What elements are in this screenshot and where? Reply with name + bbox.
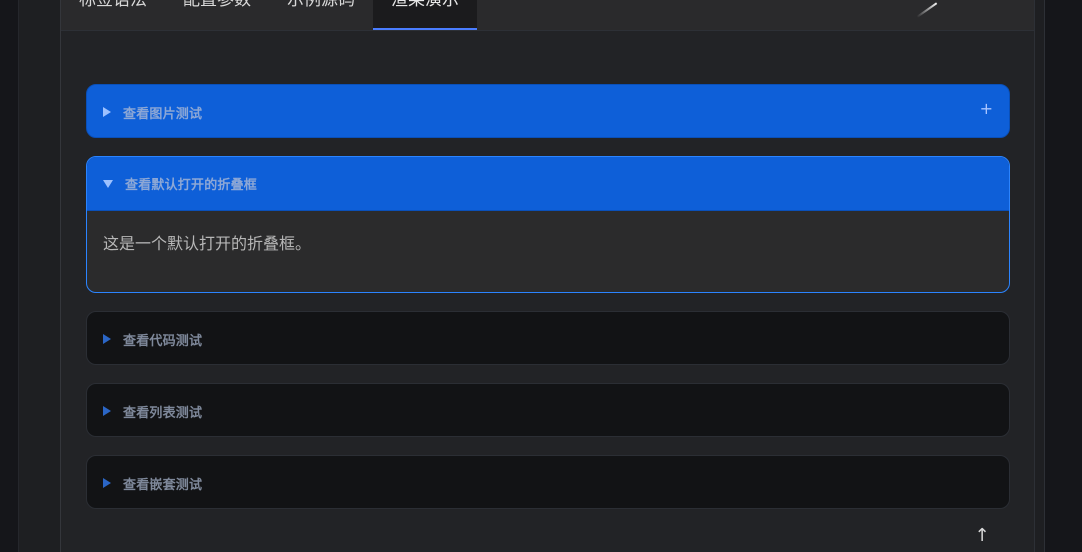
collapse-title: 查看代码测试 bbox=[123, 333, 203, 349]
collapse-content: 这是一个默认打开的折叠框。 bbox=[103, 234, 312, 253]
chevron-right-icon bbox=[103, 107, 111, 117]
collapse-title: 查看嵌套测试 bbox=[123, 477, 203, 493]
collapse-header[interactable]: 查看嵌套测试 bbox=[87, 456, 1009, 508]
chevron-right-icon bbox=[103, 334, 111, 344]
tab-config[interactable]: 配置参数 bbox=[165, 0, 269, 16]
chevron-right-icon bbox=[103, 406, 111, 416]
scroll-to-top-button[interactable]: ↑ bbox=[972, 526, 992, 546]
collapse-title: 查看列表测试 bbox=[123, 405, 203, 421]
collapse-header[interactable]: 查看默认打开的折叠框 bbox=[87, 157, 1009, 211]
tab-render-demo[interactable]: 渲染演示 bbox=[373, 0, 477, 30]
chevron-down-icon bbox=[103, 179, 113, 188]
collapse-header[interactable]: 查看图片测试 + bbox=[87, 85, 1009, 137]
chevron-right-icon bbox=[103, 478, 111, 488]
arrow-up-icon: ↑ bbox=[974, 525, 990, 546]
tab-bar: 标签语法 配置参数 示例源码 渲染演示 bbox=[61, 0, 1034, 31]
plus-icon: + bbox=[979, 99, 993, 118]
collapse-header[interactable]: 查看代码测试 bbox=[87, 312, 1009, 364]
collapse-panel-image-test[interactable]: 查看图片测试 + bbox=[86, 84, 1010, 138]
collapse-panel-default-open[interactable]: 查看默认打开的折叠框 这是一个默认打开的折叠框。 bbox=[86, 156, 1010, 293]
collapse-panel-nested-test[interactable]: 查看嵌套测试 bbox=[86, 455, 1010, 509]
tab-syntax[interactable]: 标签语法 bbox=[61, 0, 165, 16]
collapse-title: 查看图片测试 bbox=[123, 106, 203, 122]
collapse-panel-list-test[interactable]: 查看列表测试 bbox=[86, 383, 1010, 437]
collapse-title: 查看默认打开的折叠框 bbox=[125, 178, 258, 193]
page-container: 标签语法 配置参数 示例源码 渲染演示 查看图片测试 + 查看默认打开的折叠框 … bbox=[60, 0, 1035, 552]
collapse-header[interactable]: 查看列表测试 bbox=[87, 384, 1009, 436]
collapse-panel-code-test[interactable]: 查看代码测试 bbox=[86, 311, 1010, 365]
tab-source[interactable]: 示例源码 bbox=[269, 0, 373, 16]
